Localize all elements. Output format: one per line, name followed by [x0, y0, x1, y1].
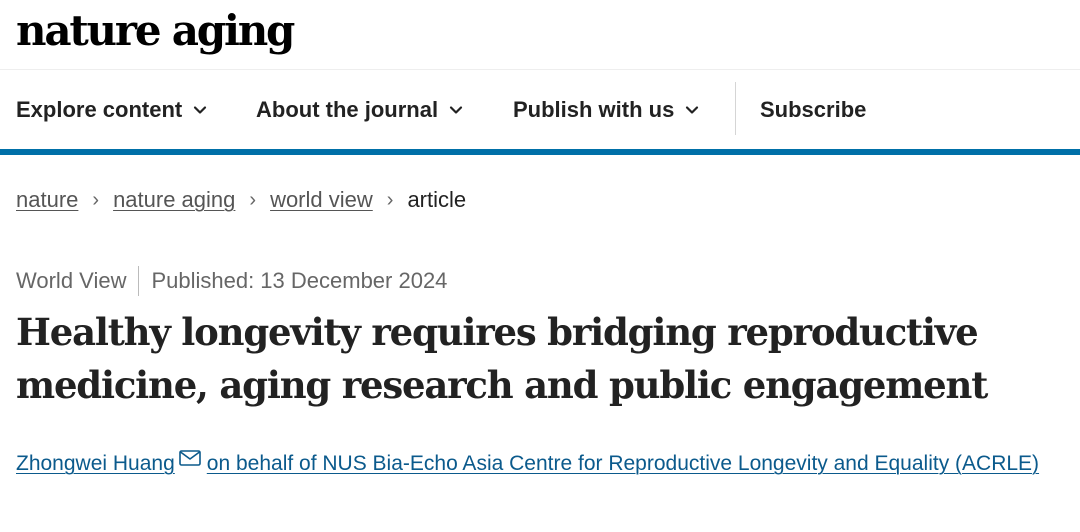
breadcrumb-separator-icon: ›: [249, 188, 257, 211]
nav-accent-bar: [0, 149, 1080, 155]
nav-publish-with-us[interactable]: Publish with us: [513, 71, 700, 149]
breadcrumb-link-world-view[interactable]: world view: [270, 187, 373, 213]
meta-divider: [138, 266, 140, 296]
breadcrumb: nature › nature aging › world view › art…: [16, 184, 466, 216]
chevron-down-icon: [192, 102, 208, 118]
breadcrumb-link-nature[interactable]: nature: [16, 187, 78, 213]
nav-divider: [735, 82, 736, 135]
chevron-down-icon: [684, 102, 700, 118]
author-group-link[interactable]: on behalf of NUS Bia-Echo Asia Centre fo…: [207, 452, 1039, 475]
breadcrumb-separator-icon: ›: [92, 188, 100, 211]
nav-about-the-journal[interactable]: About the journal: [256, 71, 464, 149]
author-link[interactable]: Zhongwei Huang: [16, 452, 175, 475]
nav-item-label: About the journal: [256, 97, 439, 122]
main-nav: Explore content About the journal Publis…: [0, 71, 1080, 149]
mail-icon[interactable]: [178, 450, 201, 466]
article-title: Healthy longevity requires bridging repr…: [16, 310, 988, 407]
author-list: Zhongwei Huang on behalf of NUS Bia-Echo …: [16, 441, 1066, 487]
breadcrumb-separator-icon: ›: [386, 188, 394, 211]
nav-explore-content[interactable]: Explore content: [16, 71, 208, 149]
article-meta: World View Published: 13 December 2024: [16, 265, 447, 297]
chevron-down-icon: [448, 102, 464, 118]
site-header: nature aging: [0, 0, 1080, 70]
nav-item-label: Publish with us: [513, 97, 675, 122]
publication-date: Published: 13 December 2024: [151, 268, 448, 293]
nav-item-label: Explore content: [16, 97, 183, 122]
journal-logo[interactable]: nature aging: [16, 2, 295, 60]
nav-subscribe[interactable]: Subscribe: [760, 71, 866, 149]
article-type: World View: [16, 268, 127, 293]
nav-item-label: Subscribe: [760, 97, 867, 122]
breadcrumb-current: article: [407, 187, 467, 212]
breadcrumb-link-nature-aging[interactable]: nature aging: [113, 187, 235, 213]
